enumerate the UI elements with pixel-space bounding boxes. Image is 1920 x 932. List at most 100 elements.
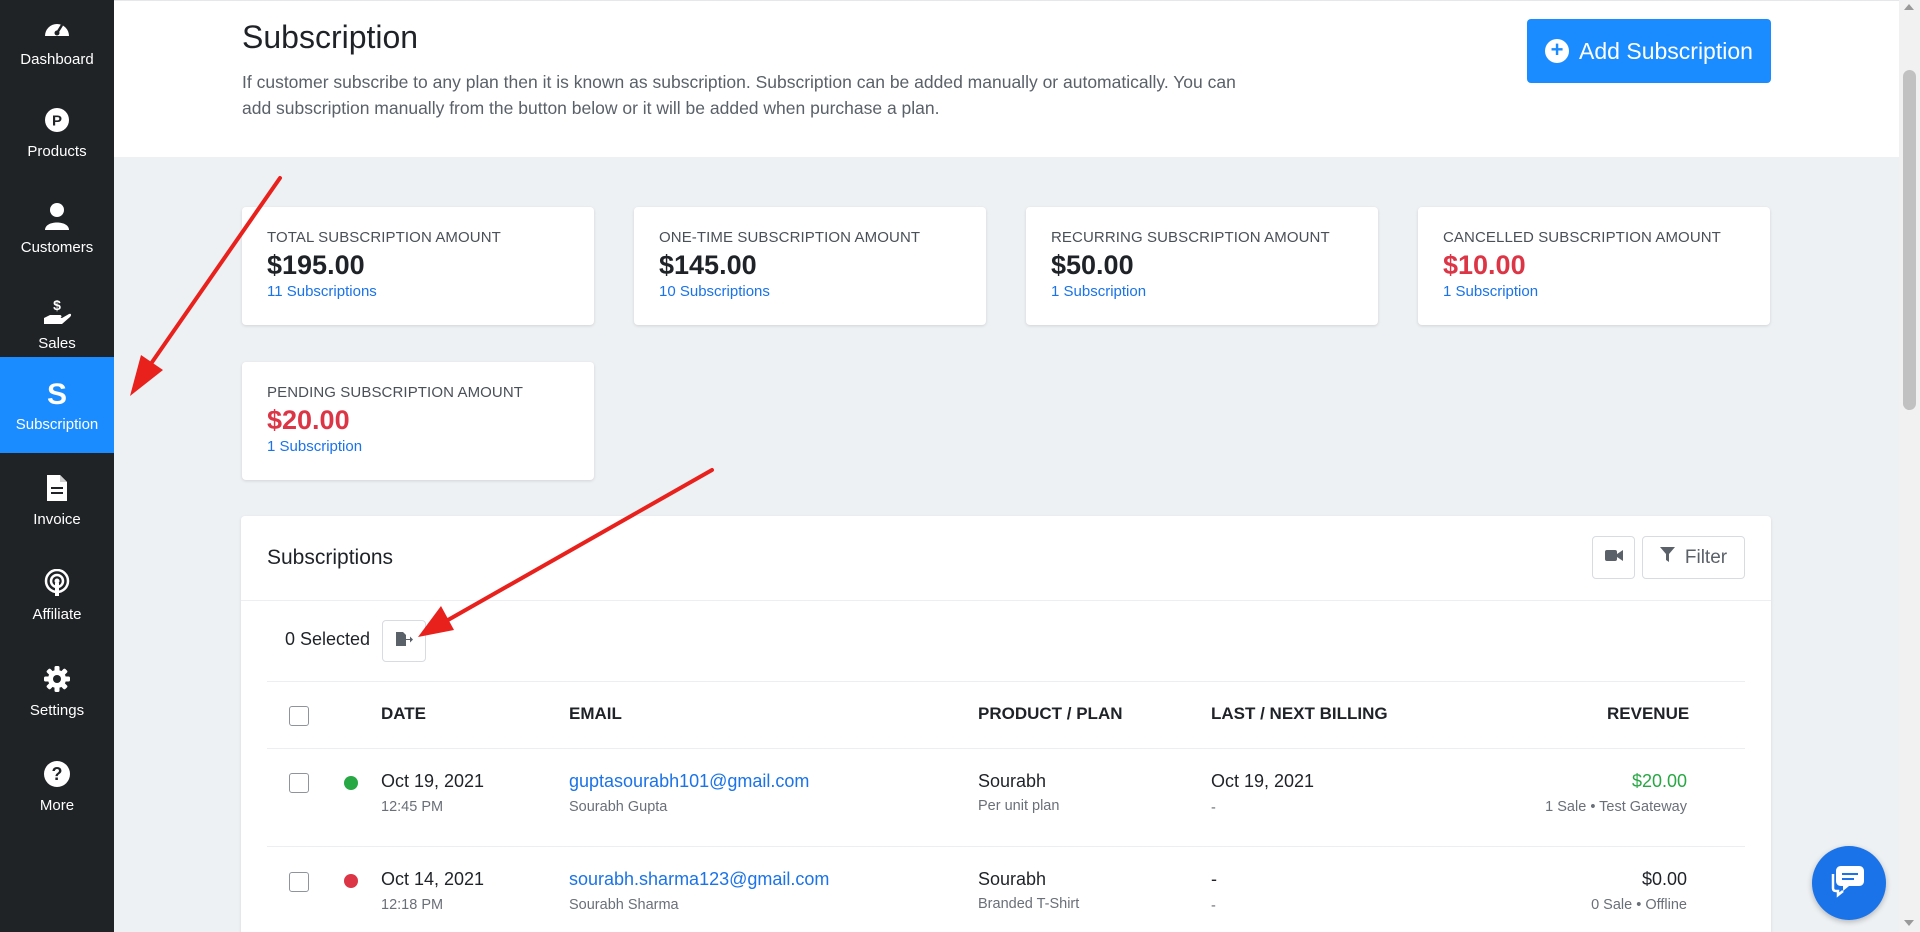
video-camera-icon [1604, 549, 1623, 567]
sidebar-item-dashboard[interactable]: Dashboard [0, 0, 114, 88]
row-date: Oct 14, 2021 [381, 869, 485, 889]
column-header-date[interactable]: DATE [381, 704, 426, 724]
stat-link[interactable]: 11 Subscriptions [267, 283, 377, 300]
product-p-icon: P [42, 105, 72, 135]
selected-count: 0 Selected [285, 629, 371, 649]
chat-bubble-icon [1829, 864, 1869, 903]
row-time: 12:45 PM [381, 799, 444, 815]
scroll-thumb[interactable] [1903, 70, 1916, 410]
select-all-checkbox[interactable] [289, 706, 309, 726]
row-product: Sourabh [978, 771, 1047, 791]
sidebar-item-label: Sales [38, 334, 76, 352]
user-icon [42, 201, 72, 231]
stat-card-total: TOTAL SUBSCRIPTION AMOUNT $195.00 11 Sub… [242, 207, 594, 325]
stat-card-recurring: RECURRING SUBSCRIPTION AMOUNT $50.00 1 S… [1026, 207, 1378, 325]
sidebar-item-invoice[interactable]: Invoice [0, 452, 114, 548]
row-customer-name: Sourabh Gupta [569, 799, 668, 815]
add-subscription-label: Add Subscription [1579, 37, 1753, 64]
stat-link[interactable]: 1 Subscription [267, 438, 362, 455]
stat-link[interactable]: 1 Subscription [1051, 283, 1146, 300]
row-revenue-detail: 1 Sale • Test Gateway [1545, 799, 1687, 815]
row-customer-name: Sourabh Sharma [569, 897, 679, 913]
dashboard-icon [42, 13, 72, 43]
row-billing: Oct 19, 2021 [1211, 771, 1315, 791]
stat-amount: $10.00 [1443, 250, 1526, 280]
row-product: Sourabh [978, 869, 1047, 889]
page-description: If customer subscribe to any plan then i… [242, 72, 1236, 118]
status-dot [344, 776, 358, 790]
stat-amount: $20.00 [267, 405, 350, 435]
page-title: Subscription [242, 19, 419, 55]
row-plan: Per unit plan [978, 798, 1060, 814]
sidebar-item-label: Customers [20, 238, 94, 256]
stat-label: CANCELLED SUBSCRIPTION AMOUNT [1443, 229, 1721, 246]
page-header: Subscription If customer subscribe to an… [114, 0, 1899, 157]
divider [267, 846, 1745, 847]
stat-label: RECURRING SUBSCRIPTION AMOUNT [1051, 229, 1330, 246]
stat-link[interactable]: 1 Subscription [1443, 283, 1538, 300]
sidebar-item-label: Dashboard [20, 50, 94, 68]
divider [241, 600, 1771, 601]
column-header-product[interactable]: PRODUCT / PLAN [978, 704, 1123, 724]
sidebar-item-label: Products [27, 142, 87, 160]
plus-circle-icon: + [1545, 39, 1570, 63]
svg-text:S: S [47, 378, 67, 408]
filter-label: Filter [1684, 546, 1728, 568]
column-header-revenue[interactable]: REVENUE [1607, 704, 1689, 724]
export-button[interactable] [382, 620, 426, 662]
status-dot [344, 874, 358, 888]
row-revenue-detail: 0 Sale • Offline [1591, 897, 1687, 913]
stat-amount: $50.00 [1051, 250, 1134, 280]
broadcast-icon [42, 568, 72, 598]
panel-title: Subscriptions [267, 546, 394, 569]
column-header-email[interactable]: EMAIL [569, 704, 622, 724]
hand-dollar-icon: $ [42, 297, 72, 327]
row-date: Oct 19, 2021 [381, 771, 485, 791]
row-checkbox[interactable] [289, 872, 309, 892]
add-subscription-button[interactable]: + Add Subscription [1527, 19, 1771, 83]
chat-support-button[interactable] [1812, 846, 1886, 920]
stat-amount: $195.00 [267, 250, 365, 280]
sidebar-item-affiliate[interactable]: Affiliate [0, 547, 114, 643]
divider [267, 748, 1745, 749]
stat-amount: $145.00 [659, 250, 757, 280]
stat-label: ONE-TIME SUBSCRIPTION AMOUNT [659, 229, 921, 246]
stat-card-one-time: ONE-TIME SUBSCRIPTION AMOUNT $145.00 10 … [634, 207, 986, 325]
stat-link[interactable]: 10 Subscriptions [659, 283, 770, 300]
sidebar-item-more[interactable]: ? More [0, 738, 114, 834]
sidebar-item-subscription[interactable]: S Subscription [0, 357, 114, 453]
subscription-s-icon: S [42, 378, 72, 408]
stat-label: PENDING SUBSCRIPTION AMOUNT [267, 384, 524, 401]
sidebar-item-label: More [39, 796, 75, 814]
scroll-down-arrow-icon[interactable] [1904, 920, 1914, 926]
row-email-link[interactable]: sourabh.sharma123@gmail.com [569, 869, 829, 890]
row-time: 12:18 PM [381, 897, 444, 913]
filter-button[interactable]: Filter [1642, 536, 1745, 579]
row-email-link[interactable]: guptasourabh101@gmail.com [569, 771, 809, 792]
sidebar-item-settings[interactable]: Settings [0, 643, 114, 739]
subscriptions-panel: Subscriptions Filter 0 Selected DATE EMA… [241, 516, 1771, 932]
row-billing-next: - [1211, 898, 1216, 914]
page-scrollbar[interactable] [1899, 0, 1920, 932]
sidebar-item-customers[interactable]: Customers [0, 180, 114, 276]
sidebar: Dashboard P Products Customers $ Sales S… [0, 0, 114, 932]
svg-text:P: P [52, 112, 62, 129]
divider [267, 681, 1745, 682]
sidebar-item-label: Settings [29, 701, 85, 719]
row-plan: Branded T-Shirt [978, 896, 1080, 912]
sidebar-item-label: Affiliate [32, 605, 82, 623]
row-revenue: $0.00 [1641, 869, 1687, 889]
row-checkbox[interactable] [289, 773, 309, 793]
video-tutorial-button[interactable] [1592, 536, 1635, 579]
export-file-icon [395, 631, 413, 652]
question-icon: ? [42, 759, 72, 789]
stat-label: TOTAL SUBSCRIPTION AMOUNT [267, 229, 501, 246]
row-revenue: $20.00 [1631, 771, 1687, 791]
scroll-up-arrow-icon[interactable] [1904, 4, 1914, 10]
sidebar-item-products[interactable]: P Products [0, 84, 114, 180]
row-billing: - [1211, 869, 1217, 889]
sidebar-item-label: Subscription [15, 415, 99, 433]
column-header-billing[interactable]: LAST / NEXT BILLING [1211, 704, 1388, 724]
gear-icon [42, 664, 72, 694]
svg-text:?: ? [52, 764, 63, 784]
